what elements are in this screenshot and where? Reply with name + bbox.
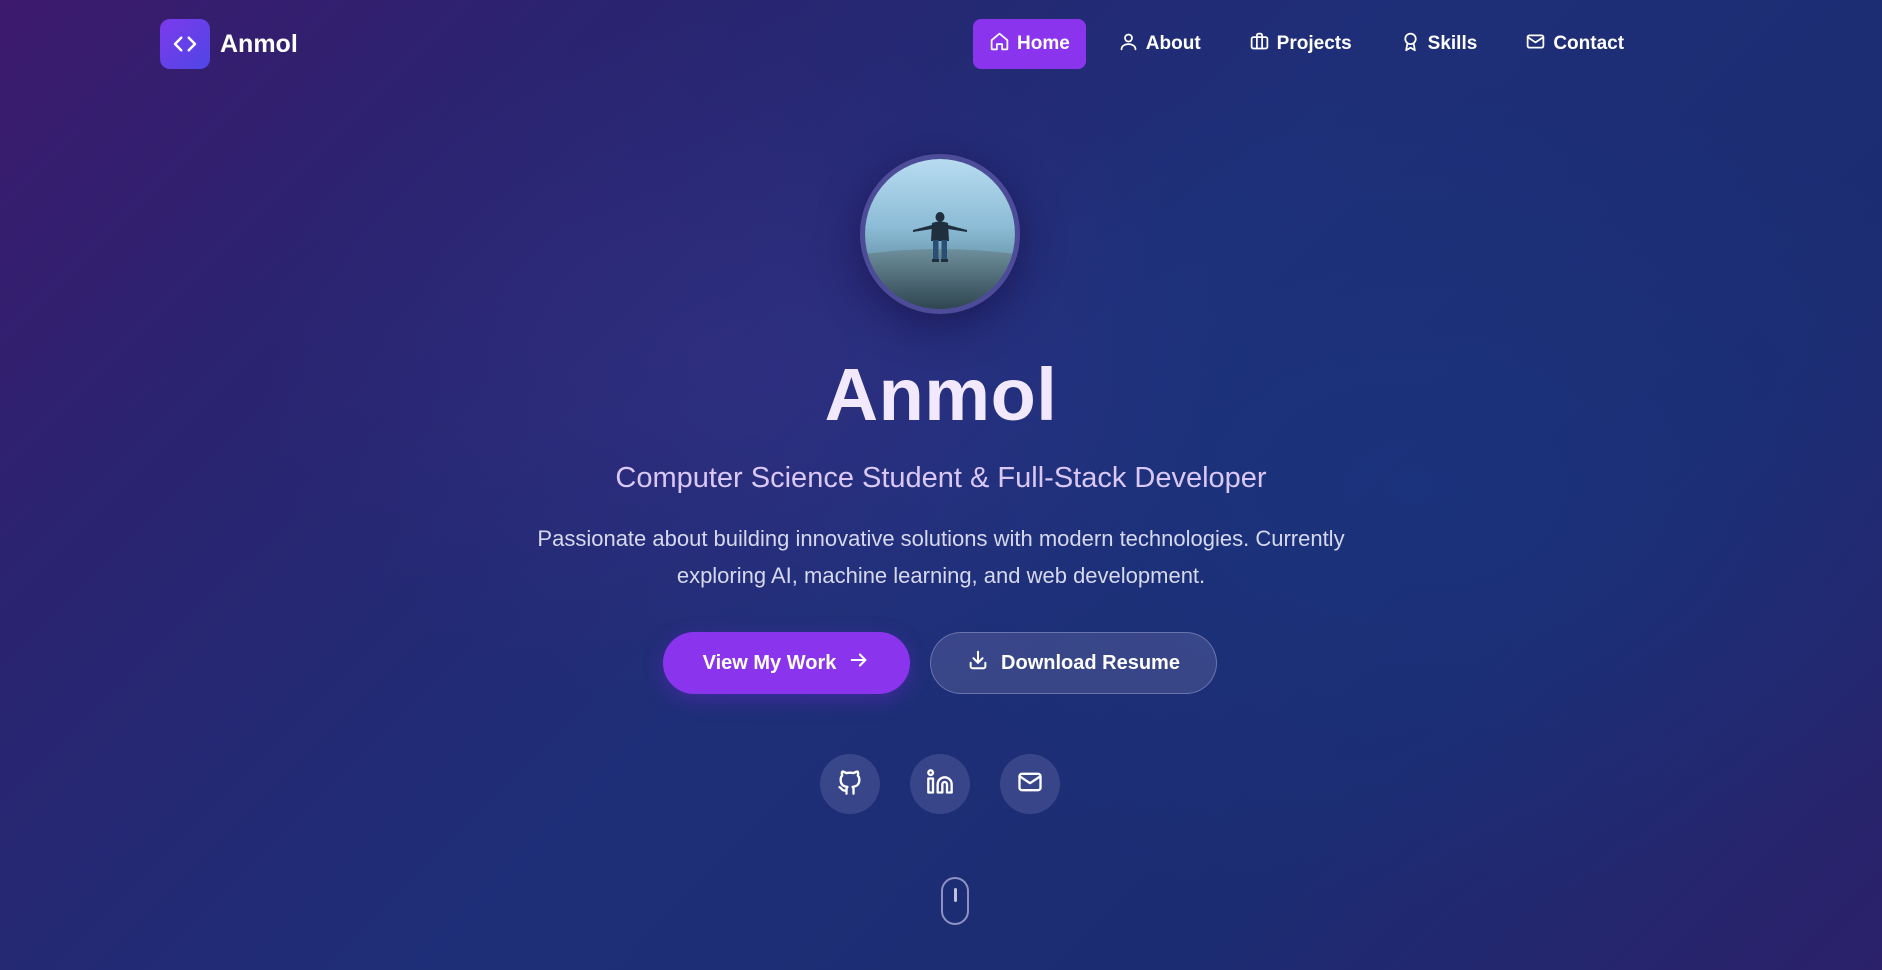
button-label: Download Resume <box>1001 651 1180 674</box>
nav-item-skills[interactable]: Skills <box>1384 19 1494 69</box>
download-resume-button[interactable]: Download Resume <box>930 632 1217 694</box>
nav-item-label: About <box>1145 33 1201 54</box>
nav-item-label: Projects <box>1276 33 1352 54</box>
nav-item-label: Home <box>1017 33 1070 54</box>
user-icon <box>1118 31 1139 58</box>
nav-item-home[interactable]: Home <box>973 19 1086 69</box>
scroll-indicator-icon[interactable] <box>941 877 969 925</box>
nav-item-projects[interactable]: Projects <box>1233 19 1368 69</box>
scroll-wheel-dot <box>954 888 957 902</box>
site-logo-text: Anmol <box>220 29 298 58</box>
linkedin-link[interactable] <box>910 754 970 814</box>
nav-item-label: Contact <box>1553 33 1625 54</box>
github-icon <box>836 768 864 801</box>
nav-links: Home About Projects Skills Contact <box>973 19 1640 69</box>
code-brackets-icon <box>160 19 210 69</box>
briefcase-icon <box>1249 31 1270 58</box>
top-navigation: Anmol Home About Projects Skills Contact <box>0 0 1882 90</box>
email-link[interactable] <box>1000 754 1060 814</box>
mail-icon <box>1016 768 1044 801</box>
github-link[interactable] <box>820 754 880 814</box>
hero-description: Passionate about building innovative sol… <box>537 526 1345 588</box>
nav-item-label: Skills <box>1427 33 1478 54</box>
nav-item-contact[interactable]: Contact <box>1509 19 1640 69</box>
linkedin-icon <box>926 768 954 801</box>
hero-name: Anmol <box>824 353 1058 436</box>
profile-avatar <box>860 154 1020 314</box>
award-icon <box>1400 31 1421 58</box>
button-label: View My Work <box>702 651 837 674</box>
view-my-work-button[interactable]: View My Work <box>663 632 910 694</box>
download-icon <box>967 649 989 677</box>
nav-item-about[interactable]: About <box>1102 19 1217 69</box>
hero-subtitle: Computer Science Student & Full-Stack De… <box>615 462 1267 494</box>
site-logo[interactable]: Anmol <box>160 19 298 69</box>
home-icon <box>989 31 1010 58</box>
mail-icon <box>1525 31 1546 58</box>
arrow-right-icon <box>848 649 870 677</box>
